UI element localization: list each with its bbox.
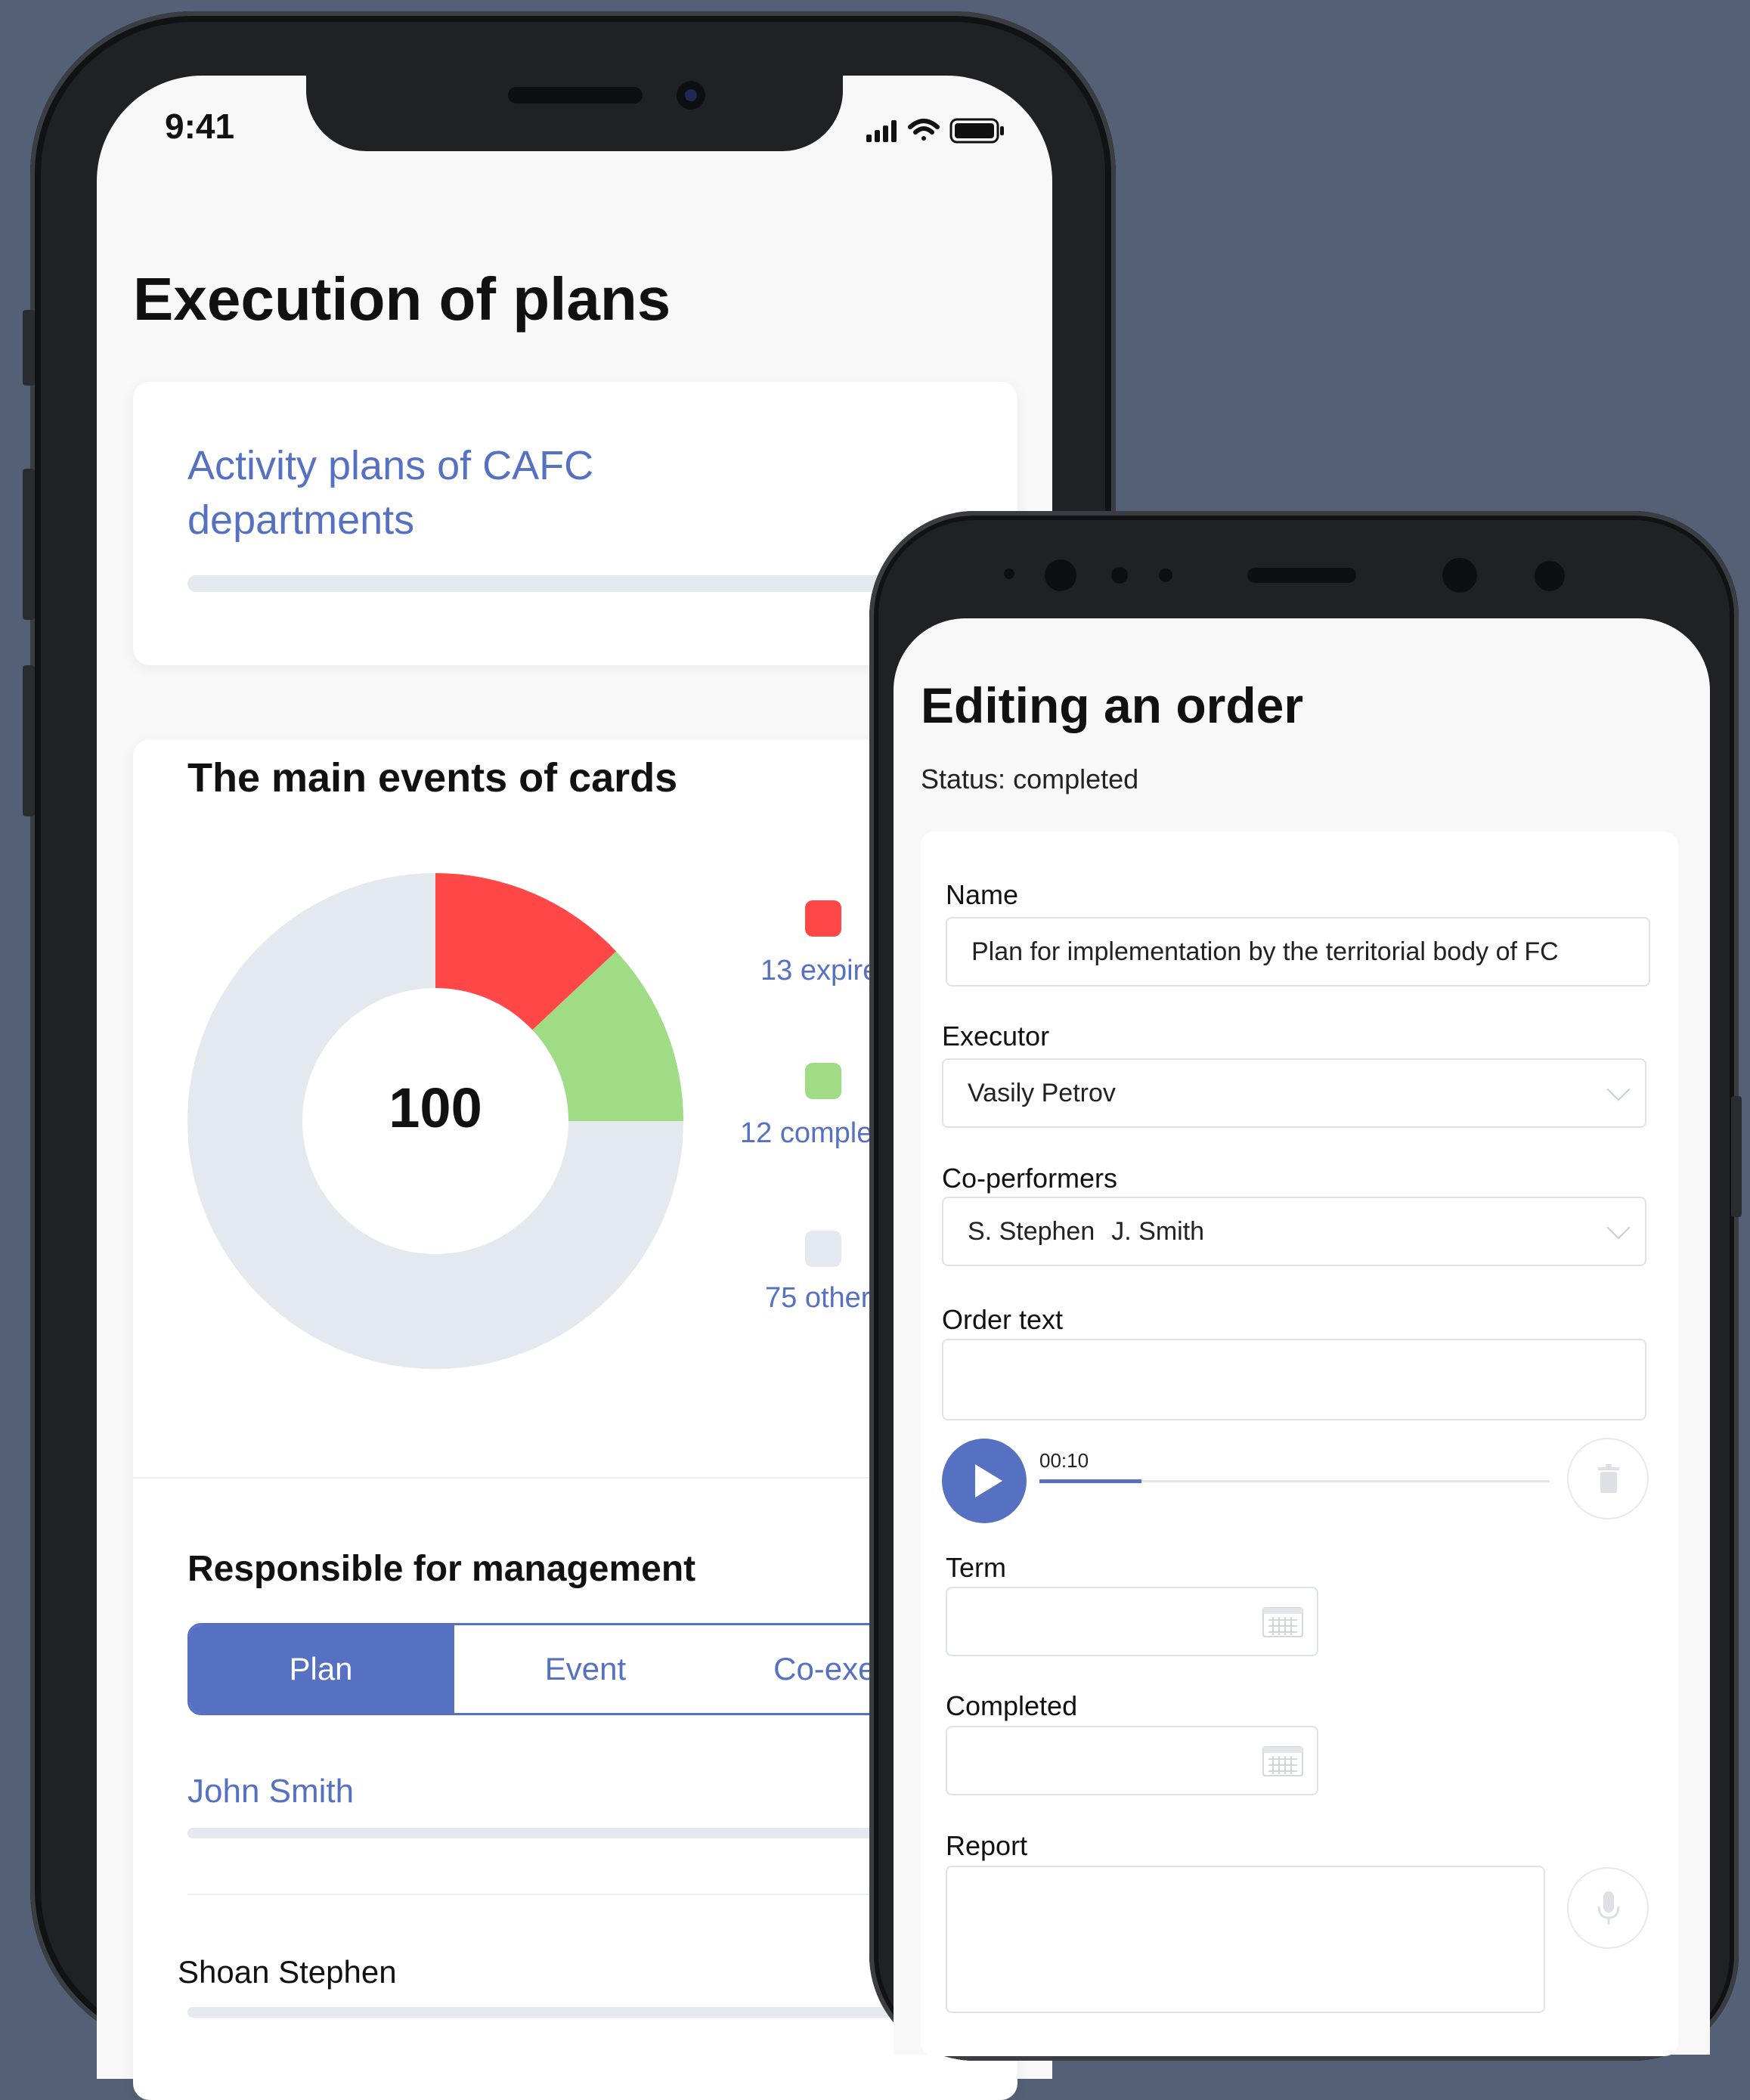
- activity-progress-bar: [187, 575, 974, 592]
- tab-plan[interactable]: Plan: [190, 1625, 452, 1713]
- sensor-dot: [1004, 568, 1014, 579]
- trash-icon: [1598, 1464, 1619, 1493]
- phone-side-button: [23, 665, 35, 816]
- voice-input-button[interactable]: [1567, 1867, 1649, 1949]
- chevron-down-icon: [1606, 1077, 1631, 1101]
- person-name-1[interactable]: John Smith: [187, 1773, 354, 1810]
- name-field-value: Plan for implementation by the territori…: [971, 937, 1559, 966]
- term-label: Term: [946, 1552, 1006, 1583]
- person-progress-bar-2: [187, 2007, 974, 2018]
- front-camera: [1442, 558, 1477, 593]
- order-text-label: Order text: [942, 1304, 1064, 1335]
- sensor-dot: [1111, 567, 1128, 584]
- audio-time: 00:10: [1039, 1449, 1089, 1472]
- events-card-title: The main events of cards: [187, 755, 678, 801]
- order-text-field[interactable]: [942, 1339, 1646, 1420]
- order-title: Editing an order: [921, 677, 1304, 733]
- sensor-dot: [1159, 568, 1172, 582]
- audio-progress-fill: [1039, 1479, 1141, 1483]
- report-label: Report: [946, 1830, 1028, 1861]
- executor-value: Vasily Petrov: [968, 1078, 1116, 1107]
- status-icons: [862, 112, 1028, 153]
- status-time: 9:41: [165, 107, 235, 146]
- chevron-down-icon: [1606, 1216, 1631, 1240]
- report-field[interactable]: [946, 1866, 1545, 2013]
- term-date-field[interactable]: [946, 1587, 1318, 1656]
- legend-swatch-expired: [805, 900, 841, 937]
- calendar-icon: [1262, 1607, 1303, 1637]
- donut-total: 100: [389, 1076, 482, 1139]
- play-button[interactable]: [942, 1439, 1027, 1523]
- front-camera: [1045, 559, 1076, 591]
- front-camera: [677, 81, 705, 110]
- person-progress-bar-1: [187, 1828, 974, 1838]
- microphone-icon: [1597, 1891, 1620, 1925]
- coperformers-select[interactable]: S. Stephen J. Smith: [942, 1197, 1646, 1266]
- person-name-2[interactable]: Shoan Stephen: [178, 1954, 397, 1990]
- phone-side-button: [1731, 1096, 1742, 1217]
- completed-date-field[interactable]: [946, 1726, 1318, 1795]
- name-field[interactable]: Plan for implementation by the territori…: [946, 917, 1650, 987]
- activity-plan-title[interactable]: Activity plans of CAFC departments: [187, 438, 762, 547]
- name-label: Name: [946, 879, 1019, 910]
- legend-swatch-completed: [805, 1063, 841, 1099]
- signal-icon: [866, 120, 897, 142]
- order-status: Status: completed: [921, 763, 1139, 794]
- coperformers-label: Co-performers: [942, 1163, 1118, 1194]
- phone-side-button: [23, 469, 35, 620]
- battery-icon: [949, 118, 1004, 144]
- phone-side-button: [23, 310, 35, 386]
- page-title: Execution of plans: [133, 265, 671, 333]
- legend-swatch-other: [805, 1231, 841, 1267]
- earpiece-speaker: [1247, 568, 1356, 583]
- calendar-icon: [1262, 1746, 1303, 1776]
- coperformer-chip-1: S. Stephen: [968, 1216, 1095, 1246]
- tab-event[interactable]: Event: [452, 1625, 717, 1713]
- completed-label: Completed: [946, 1690, 1078, 1721]
- front-camera: [1535, 561, 1565, 591]
- management-title: Responsible for management: [187, 1549, 696, 1589]
- legend-label-other[interactable]: 75 other: [765, 1282, 870, 1315]
- wifi-icon: [908, 119, 940, 141]
- coperformer-chip-2: J. Smith: [1111, 1216, 1205, 1246]
- earpiece-speaker: [508, 87, 643, 104]
- executor-label: Executor: [942, 1021, 1050, 1052]
- delete-audio-button[interactable]: [1567, 1438, 1649, 1519]
- executor-select[interactable]: Vasily Petrov: [942, 1058, 1646, 1128]
